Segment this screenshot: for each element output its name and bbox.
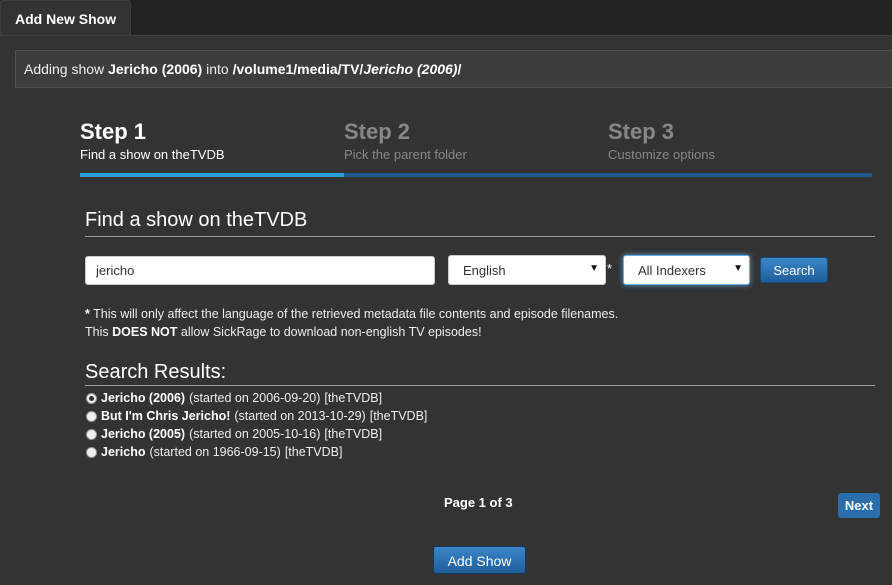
step-wizard: Step 1 Find a show on theTVDB Step 2 Pic…: [80, 119, 872, 179]
step-progress-active: [80, 173, 344, 177]
note-star: *: [85, 307, 90, 321]
indexer-select-value: All Indexers: [638, 263, 706, 278]
step-2-title: Step 2: [344, 119, 411, 144]
find-show-heading: Find a show on theTVDB: [85, 209, 875, 237]
add-show-button[interactable]: Add Show: [433, 546, 526, 574]
result-started: (started on 2006-09-20): [189, 391, 321, 405]
result-source: [theTVDB]: [324, 391, 383, 405]
adding-path-base: /volume1/media/TV/: [232, 61, 364, 77]
step-1[interactable]: Step 1 Find a show on theTVDB: [80, 119, 344, 177]
pagination-info: Page 1 of 3: [444, 495, 513, 510]
chevron-down-icon: ▼: [733, 263, 743, 274]
note-line-2-pre: This: [85, 325, 109, 339]
result-name: Jericho: [101, 445, 146, 459]
search-button[interactable]: Search: [760, 257, 828, 283]
adding-into: into: [206, 61, 229, 77]
language-select-value: English: [463, 263, 506, 278]
note-line-1: This will only affect the language of th…: [93, 307, 619, 321]
result-radio[interactable]: [86, 410, 97, 422]
adding-prefix: Adding show: [24, 61, 105, 77]
adding-show-name: Jericho (2006): [108, 61, 203, 77]
language-note: * This will only affect the language of …: [85, 305, 618, 341]
result-radio[interactable]: [86, 428, 97, 440]
result-started: (started on 2013-10-29): [234, 409, 366, 423]
result-source: [theTVDB]: [284, 445, 343, 459]
result-item[interactable]: Jericho (2006) (started on 2006-09-20) […: [86, 389, 427, 407]
adding-show-bar: Adding show Jericho (2006) into /volume1…: [15, 50, 892, 88]
main-panel: Adding show Jericho (2006) into /volume1…: [0, 35, 892, 585]
step-1-subtitle: Find a show on theTVDB: [80, 147, 225, 162]
result-radio[interactable]: [86, 446, 97, 458]
result-radio[interactable]: [86, 392, 97, 404]
chevron-down-icon: ▼: [589, 263, 599, 274]
step-2[interactable]: Step 2 Pick the parent folder: [344, 119, 608, 177]
step-3-title: Step 3: [608, 119, 675, 144]
adding-path-end: /: [457, 61, 462, 77]
result-item[interactable]: Jericho (started on 1966-09-15) [theTVDB…: [86, 443, 427, 461]
step-2-subtitle: Pick the parent folder: [344, 147, 467, 162]
search-results-list: Jericho (2006) (started on 2006-09-20) […: [86, 389, 427, 461]
result-item[interactable]: But I'm Chris Jericho! (started on 2013-…: [86, 407, 427, 425]
search-results-heading: Search Results:: [85, 361, 875, 386]
result-name: Jericho (2006): [101, 391, 186, 405]
result-started: (started on 1966-09-15): [149, 445, 281, 459]
note-line-2-bold: DOES NOT: [112, 325, 178, 339]
show-search-input[interactable]: [85, 256, 435, 285]
result-source: [theTVDB]: [324, 427, 383, 441]
step-3-subtitle: Customize options: [608, 147, 715, 162]
language-select[interactable]: English ▼: [448, 255, 606, 285]
step-1-title: Step 1: [80, 119, 147, 144]
result-name: Jericho (2005): [101, 427, 186, 441]
note-line-2-post: allow SickRage to download non-english T…: [180, 325, 482, 339]
adding-path-show: Jericho (2006): [363, 61, 458, 77]
result-started: (started on 2005-10-16): [189, 427, 321, 441]
language-asterisk: *: [607, 261, 613, 276]
adding-path: /volume1/media/TV/Jericho (2006)/: [233, 61, 462, 77]
tab-bar: Add New Show: [0, 0, 892, 36]
result-source: [theTVDB]: [369, 409, 428, 423]
result-item[interactable]: Jericho (2005) (started on 2005-10-16) […: [86, 425, 427, 443]
tab-add-new-show[interactable]: Add New Show: [0, 0, 131, 36]
step-3[interactable]: Step 3 Customize options: [608, 119, 872, 177]
next-page-button[interactable]: Next: [838, 493, 880, 518]
indexer-select[interactable]: All Indexers ▼: [623, 255, 750, 285]
result-name: But I'm Chris Jericho!: [101, 409, 231, 423]
